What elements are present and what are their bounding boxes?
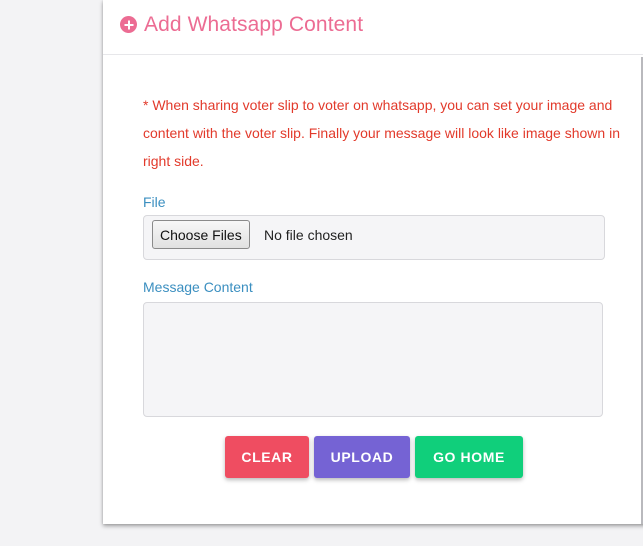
message-content-textarea[interactable] — [143, 302, 603, 417]
whatsapp-notice: * When sharing voter slip to voter on wh… — [143, 97, 620, 169]
choose-files-button[interactable]: Choose Files — [152, 220, 250, 249]
file-status-text: No file chosen — [264, 227, 353, 243]
card-title: Add Whatsapp Content — [144, 13, 364, 36]
plus-circle-icon — [120, 16, 137, 33]
add-whatsapp-content-card: Add Whatsapp Content * When sharing vote… — [103, 0, 643, 524]
clear-button[interactable]: CLEAR — [225, 436, 309, 478]
file-input[interactable]: Choose Files No file chosen — [143, 215, 605, 260]
file-label: File — [143, 194, 166, 210]
card-header: Add Whatsapp Content — [103, 0, 643, 55]
go-home-button[interactable]: GO HOME — [415, 436, 523, 478]
upload-button[interactable]: UPLOAD — [314, 436, 410, 478]
message-content-label: Message Content — [143, 279, 253, 295]
